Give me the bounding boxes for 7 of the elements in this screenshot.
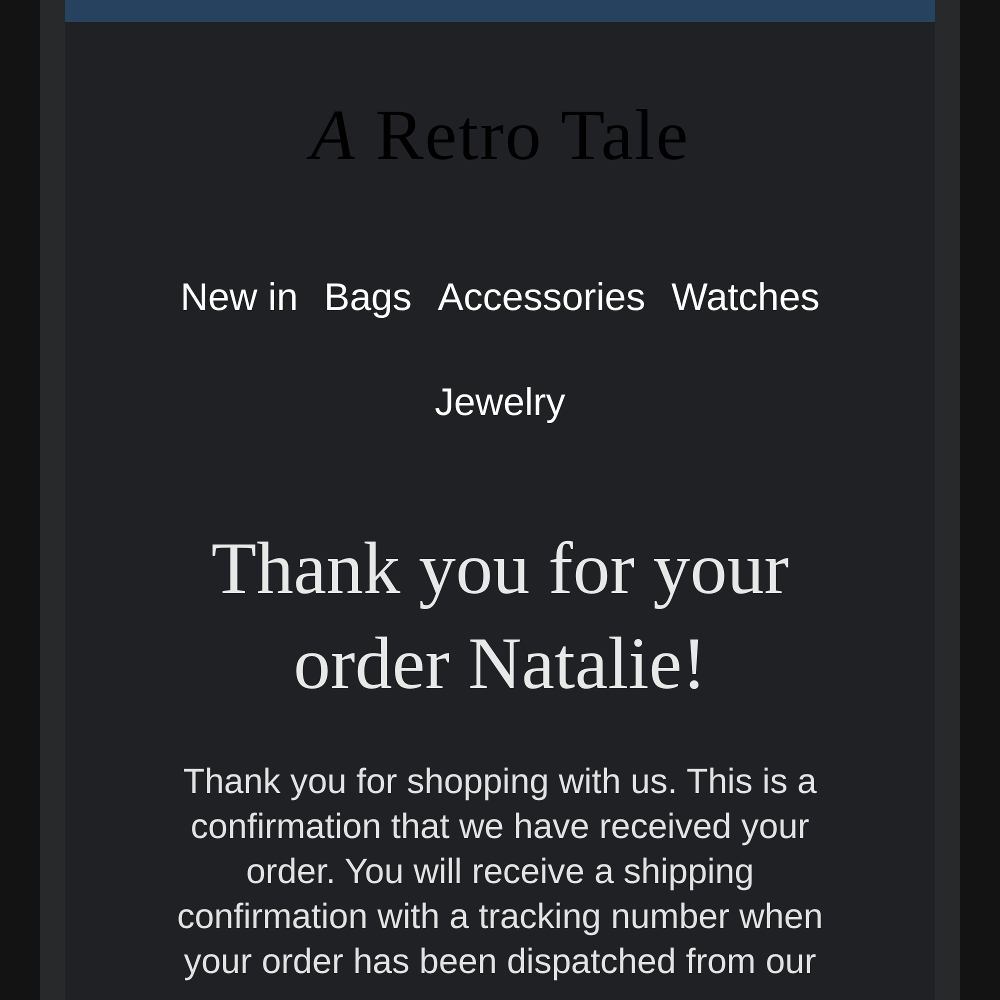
thank-you-heading: Thank you for your order Natalie!	[210, 527, 790, 707]
confirmation-message: Thank you for shopping with us. This is a confirmation that we have received your order. You will receive a shipping confirmation with a tracking number when your order has been dispatched from our	[176, 761, 824, 983]
nav-link[interactable]: Watches	[671, 245, 820, 350]
nav-link[interactable]: Jewelry	[434, 350, 566, 455]
nav-link[interactable]: Accessories	[438, 245, 646, 350]
nav-link[interactable]: New in	[180, 245, 298, 350]
nav-link[interactable]: Bags	[324, 245, 412, 350]
